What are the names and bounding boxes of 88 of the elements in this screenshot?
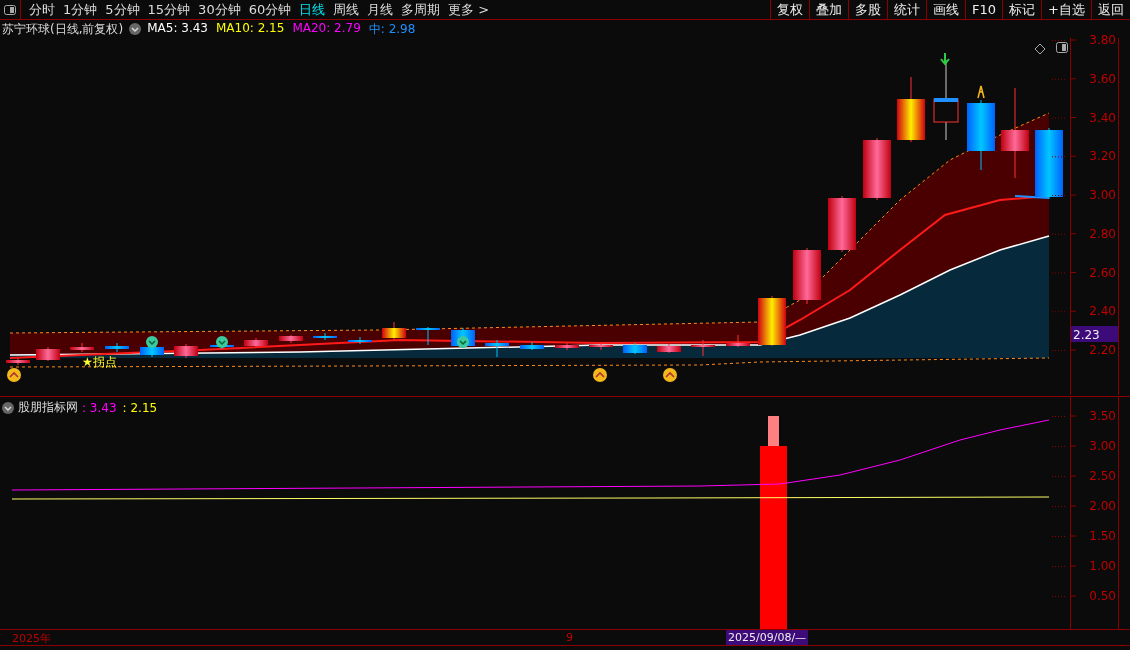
candlestick bbox=[793, 247, 821, 305]
legend-value: MA10: 2.15 bbox=[215, 20, 285, 37]
price-axis-label: 3.80 bbox=[1089, 33, 1116, 47]
candlestick bbox=[313, 332, 337, 341]
candlestick bbox=[589, 342, 613, 351]
candlestick bbox=[520, 341, 544, 351]
indicator-axis-label: 3.00 bbox=[1089, 439, 1116, 453]
turning-point-label: ★拐点 bbox=[82, 355, 117, 369]
candlestick bbox=[6, 357, 30, 366]
period-tab[interactable]: 15分钟 bbox=[143, 0, 195, 19]
period-tab[interactable]: 月线 bbox=[363, 0, 398, 19]
price-axis-label: 2.80 bbox=[1089, 226, 1116, 241]
candlestick bbox=[657, 343, 681, 354]
indicator-axis-label: 2.00 bbox=[1089, 499, 1116, 513]
chart-title: 苏宁环球(日线,前复权) bbox=[2, 20, 124, 38]
candlestick bbox=[726, 334, 750, 348]
toolbar-button[interactable]: 画线 bbox=[926, 0, 966, 19]
collapse-icon[interactable] bbox=[2, 401, 14, 414]
indicator-axis-label: 1.00 bbox=[1089, 559, 1116, 573]
toolbar-button[interactable]: 返回 bbox=[1091, 0, 1130, 19]
legend-value: 中: 2.98 bbox=[368, 20, 416, 38]
indicator-value: : 2.15 bbox=[122, 400, 158, 415]
price-axis-label: 2.20 bbox=[1089, 343, 1116, 357]
price-axis-label: 3.20 bbox=[1089, 149, 1116, 164]
candlestick bbox=[105, 342, 129, 353]
down-chevron-icon bbox=[457, 336, 469, 348]
candlestick bbox=[758, 295, 786, 347]
candlestick bbox=[416, 326, 440, 346]
period-tab[interactable]: 分时 bbox=[25, 0, 59, 19]
price-axis-label: 2.40 bbox=[1089, 304, 1116, 319]
indicator-axis-label: 2.50 bbox=[1089, 469, 1116, 483]
up-chevron-icon bbox=[7, 368, 21, 382]
candlestick bbox=[967, 99, 995, 171]
candlestick bbox=[623, 342, 647, 355]
indicator-title: 股朋指标网 bbox=[18, 399, 78, 416]
toolbar-button[interactable]: 统计 bbox=[887, 0, 927, 19]
toolbar-button[interactable]: +自选 bbox=[1041, 0, 1091, 19]
price-axis-label: 2.60 bbox=[1089, 265, 1116, 280]
candlestick bbox=[36, 346, 60, 362]
period-tab[interactable]: 1分钟 bbox=[59, 0, 102, 19]
indicator-axis-label: 3.50 bbox=[1089, 409, 1116, 423]
price-axis-label: 3.40 bbox=[1089, 110, 1116, 125]
indicator-axis-label: 0.50 bbox=[1089, 589, 1116, 603]
middle-line bbox=[1014, 195, 1050, 199]
period-tab[interactable]: 多周期 bbox=[397, 0, 445, 19]
period-tab[interactable]: 30分钟 bbox=[194, 0, 245, 19]
candlestick bbox=[382, 321, 406, 341]
panel-toggle-icon[interactable] bbox=[4, 4, 16, 15]
toolbar-button[interactable]: 标记 bbox=[1002, 0, 1042, 19]
price-axis-label: 3.60 bbox=[1089, 71, 1116, 86]
period-tab[interactable]: 5分钟 bbox=[101, 0, 144, 19]
candlestick bbox=[70, 342, 94, 353]
diamond-icon[interactable] bbox=[1034, 43, 1046, 55]
date-axis-label: 9 bbox=[566, 631, 573, 644]
candlestick bbox=[348, 336, 372, 345]
candlestick bbox=[485, 339, 509, 358]
period-tab[interactable]: 更多 > bbox=[444, 0, 494, 19]
candlestick bbox=[140, 344, 164, 358]
candlestick bbox=[828, 195, 856, 253]
legend-value: MA5: 3.43 bbox=[147, 20, 208, 37]
cursor-date-label: 2025/09/08/— bbox=[726, 630, 809, 645]
panel-toggle-icon[interactable] bbox=[1056, 42, 1068, 53]
candlestick bbox=[279, 334, 303, 344]
candlestick bbox=[863, 137, 891, 201]
down-chevron-icon bbox=[146, 336, 158, 348]
toolbar-button[interactable]: 复权 bbox=[770, 0, 810, 19]
up-chevron-icon bbox=[593, 368, 607, 382]
legend-value: MA20: 2.79 bbox=[292, 20, 361, 37]
current-price-badge: 2.23 bbox=[1071, 326, 1118, 342]
price-axis-label: 3.00 bbox=[1089, 188, 1116, 202]
candlestick bbox=[244, 337, 268, 349]
candlestick bbox=[174, 343, 198, 359]
date-axis-label: 2025年 bbox=[12, 631, 51, 646]
indicator-axis-label: 1.50 bbox=[1089, 529, 1116, 543]
collapse-icon[interactable] bbox=[129, 23, 142, 35]
period-tab[interactable]: 日线 bbox=[295, 0, 330, 19]
candlestick bbox=[897, 76, 925, 143]
down-chevron-icon bbox=[216, 336, 228, 348]
candlestick bbox=[555, 342, 579, 351]
toolbar-button[interactable]: F10 bbox=[965, 0, 1003, 19]
indicator-value: : 3.43 bbox=[82, 400, 117, 415]
period-tab[interactable]: 60分钟 bbox=[244, 0, 296, 19]
down-arrow-icon bbox=[940, 52, 950, 66]
candlestick bbox=[691, 339, 715, 357]
period-tab[interactable]: 周线 bbox=[329, 0, 364, 19]
up-chevron-icon bbox=[663, 368, 677, 382]
toolbar-button[interactable]: 叠加 bbox=[809, 0, 849, 19]
toolbar-button[interactable]: 多股 bbox=[848, 0, 888, 19]
